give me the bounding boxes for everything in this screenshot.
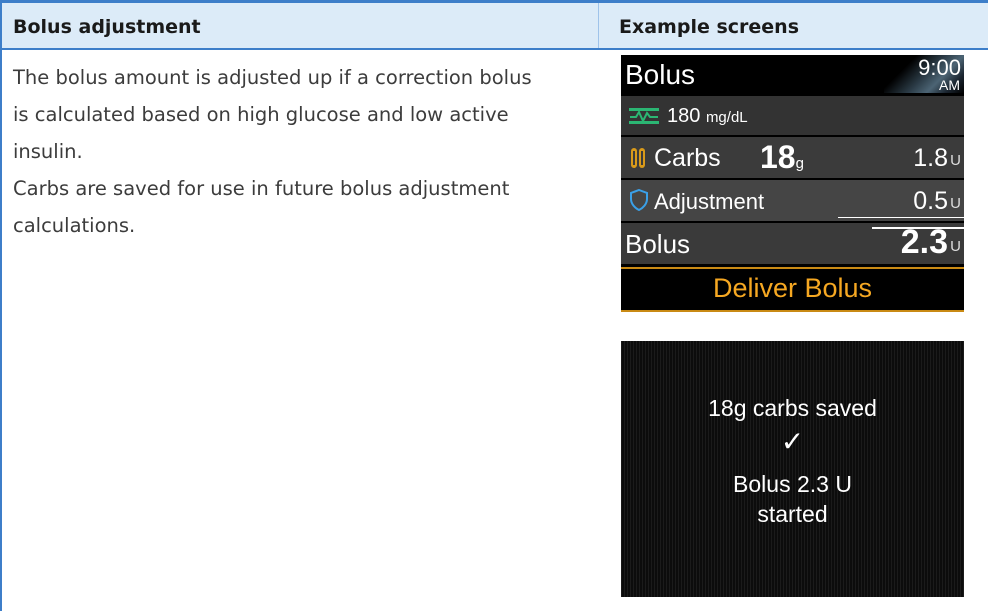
adjustment-underline <box>838 217 964 218</box>
description-line: The bolus amount is adjusted up if a cor… <box>13 66 532 89</box>
description-text: The bolus amount is adjusted up if a cor… <box>13 59 593 244</box>
adjustment-row: Adjustment 0.5 U <box>621 180 964 221</box>
bolus-total-unit: U <box>950 238 961 255</box>
clock-area: 9:00 AM <box>884 55 964 93</box>
deliver-bolus-button[interactable]: Deliver Bolus <box>621 267 964 312</box>
header-example-screens: Example screens <box>619 16 800 38</box>
table-left-rule <box>0 3 2 611</box>
header-column-divider <box>598 3 599 48</box>
carbs-icon <box>630 146 646 177</box>
clock-ampm: AM <box>939 77 960 93</box>
bolus-started-message: Bolus 2.3 U <box>733 471 852 497</box>
glucose-unit: mg/dL <box>705 109 748 126</box>
glucose-row: 180 mg/dL <box>621 96 964 135</box>
glucose-number: 180 <box>667 105 701 127</box>
description-line: calculations. <box>13 214 136 237</box>
bolus-screen-title: Bolus <box>625 59 696 90</box>
bolus-started-status: started <box>757 501 828 527</box>
carbs-insulin-unit: U <box>950 152 961 169</box>
carbs-amount: 18g <box>760 139 804 176</box>
bolus-screen-header: Bolus 9:00 AM <box>621 55 964 93</box>
checkmark-icon: ✓ <box>780 426 805 457</box>
carbs-label: Carbs <box>654 144 721 172</box>
description-line: Carbs are saved for use in future bolus … <box>13 177 510 200</box>
bolus-screen: Bolus 9:00 AM 180 mg/dL Carbs 18g 1.8 U … <box>621 55 964 312</box>
carbs-insulin-value: 1.8 <box>913 144 948 172</box>
bolus-started-screen: 18g carbs saved ✓ Bolus 2.3 U started <box>621 341 964 597</box>
bolus-underline <box>872 227 964 229</box>
adjustment-label: Adjustment <box>654 189 765 214</box>
adjustment-insulin-unit: U <box>950 195 961 212</box>
bolus-total-label: Bolus <box>625 229 691 259</box>
description-line: insulin. <box>13 140 83 163</box>
carbs-amount-unit: g <box>795 155 804 172</box>
glucose-trend-icon <box>629 107 659 130</box>
document-table: Bolus adjustment Example screens The bol… <box>0 0 988 611</box>
shield-icon <box>630 188 648 218</box>
carbs-row: Carbs 18g 1.8 U <box>621 137 964 178</box>
header-bolus-adjustment: Bolus adjustment <box>13 16 201 38</box>
glucose-value: 180 mg/dL <box>667 105 748 128</box>
carbs-amount-number: 18 <box>760 139 796 175</box>
description-line: is calculated based on high glucose and … <box>13 103 509 126</box>
adjustment-insulin-value: 0.5 <box>913 187 948 215</box>
carbs-saved-message: 18g carbs saved <box>708 395 877 421</box>
bolus-total-row: Bolus 2.3 U <box>621 223 964 264</box>
